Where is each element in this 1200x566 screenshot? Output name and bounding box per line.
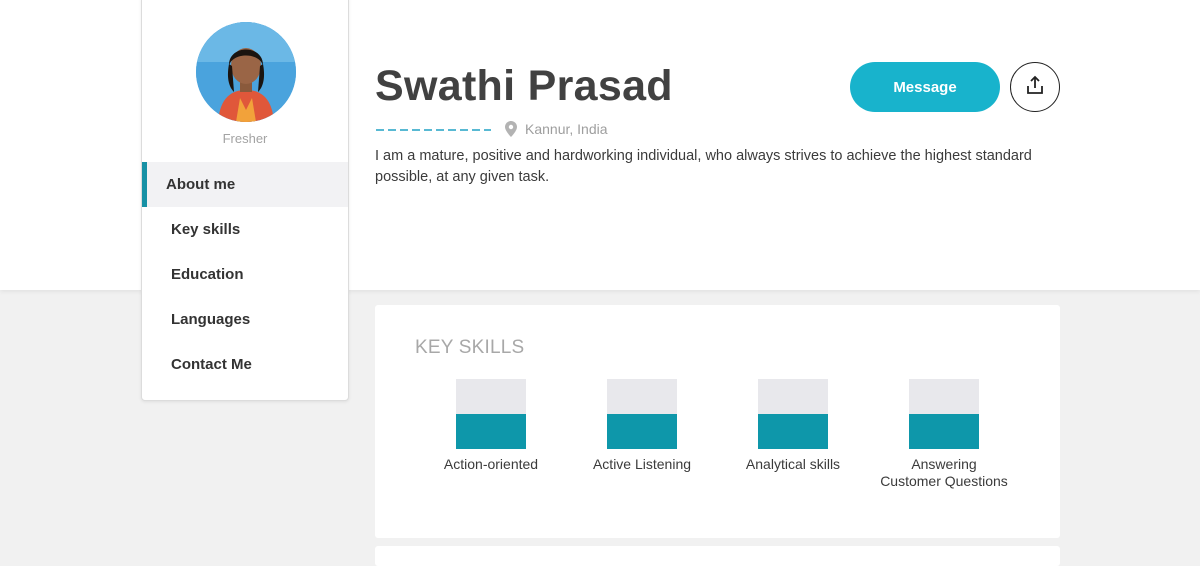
skill-label: Action-oriented [443, 456, 539, 472]
share-button[interactable] [1010, 62, 1060, 112]
skill-item: Action-oriented [421, 379, 561, 473]
sidebar-nav: About me Key skills Education Languages … [142, 162, 348, 387]
skill-level-bar [456, 379, 526, 449]
career-level: Fresher [222, 131, 268, 146]
skill-item: Analytical skills [723, 379, 863, 473]
skill-label: Active Listening [592, 456, 692, 472]
message-button[interactable]: Message [850, 62, 1000, 112]
profile-bio: I am a mature, positive and hardworking … [375, 148, 1032, 185]
skill-item: Answering Customer Questions [874, 379, 1014, 490]
sidebar-item-education[interactable]: Education [142, 252, 348, 297]
profile-location: Kannur, India [505, 121, 608, 137]
skill-level-fill [758, 414, 828, 449]
skill-level-bar [909, 379, 979, 449]
skill-level-bar [607, 379, 677, 449]
share-upload-icon [1025, 75, 1045, 100]
skill-label: Analytical skills [745, 456, 841, 472]
profile-sidebar: Fresher About me Key skills Education La… [141, 0, 349, 401]
sidebar-item-about-me[interactable]: About me [142, 162, 348, 207]
next-section-card [375, 546, 1060, 566]
skill-level-fill [607, 414, 677, 449]
key-skills-card: KEY SKILLS Action-oriented Active Listeni… [375, 305, 1060, 538]
skill-item: Active Listening [572, 379, 712, 473]
map-pin-icon [505, 121, 517, 137]
sidebar-item-languages[interactable]: Languages [142, 297, 348, 342]
profile-name: Swathi Prasad [375, 62, 673, 110]
location-text: Kannur, India [525, 121, 608, 137]
sidebar-item-key-skills[interactable]: Key skills [142, 207, 348, 252]
avatar [196, 22, 296, 122]
skill-level-fill [909, 414, 979, 449]
name-underline-divider [376, 129, 491, 131]
card-title: KEY SKILLS [415, 337, 525, 358]
skill-level-fill [456, 414, 526, 449]
skill-level-bar [758, 379, 828, 449]
skill-label: Answering Customer Questions [880, 456, 1008, 489]
sidebar-item-contact-me[interactable]: Contact Me [142, 342, 348, 387]
